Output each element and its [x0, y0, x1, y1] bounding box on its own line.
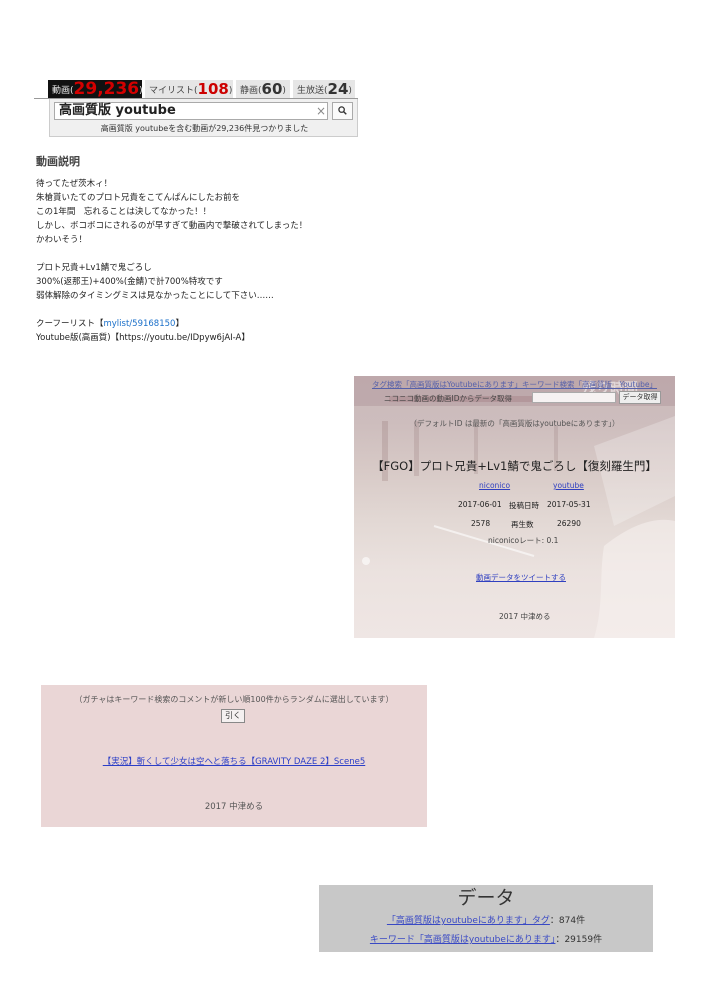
tab-video[interactable]: 動画(29,236): [48, 79, 143, 99]
clear-icon[interactable]: ×: [314, 102, 328, 120]
tab-image[interactable]: 静画(60): [236, 80, 290, 98]
tab-image-label: 静画: [240, 86, 259, 96]
search-icon: [338, 106, 347, 115]
panel-credit: 2017 中津める: [499, 612, 551, 621]
niconico-link[interactable]: niconico: [479, 481, 510, 490]
description-line: かわいそう！: [36, 235, 88, 245]
search-result-note: 高画質版 youtubeを含む動画が29,236件見つかりました: [100, 124, 309, 133]
description-line: Youtube版(高画質)【https://youtu.be/IDpyw6jAI…: [36, 333, 250, 343]
data-heading: データ: [457, 887, 515, 909]
keyword-search-link[interactable]: キーワード「高画質版はyoutubeにあります」: [370, 935, 556, 945]
description-gap: [36, 303, 356, 317]
tab-live-count: 24: [327, 80, 349, 98]
posted-date-youtube: 2017-05-31: [547, 500, 591, 509]
draw-button[interactable]: 引く: [221, 709, 245, 723]
search-tabs: 動画(29,236) マイリスト(108) 静画(60) 生放送(24): [34, 80, 358, 99]
tweet-data-link[interactable]: 動画データをツイートする: [476, 572, 566, 583]
keyword-count: ：29159件: [555, 935, 603, 945]
tab-mylist[interactable]: マイリスト(108): [145, 80, 233, 98]
posted-date-label: 投稿日時: [509, 501, 539, 510]
tab-video-count: 29,236: [73, 79, 140, 99]
keyword-count-line: キーワード「高画質版はyoutubeにあります」：29159件: [319, 932, 653, 945]
tab-live[interactable]: 生放送(24): [293, 80, 355, 98]
views-label: 再生数: [511, 520, 534, 529]
description-heading: 動画説明: [36, 155, 80, 168]
fetch-data-button[interactable]: データ取得: [619, 391, 661, 404]
description-line: しかし、ボコボコにされるのが早すぎて動画内で撃破されてしまった！: [36, 221, 308, 231]
tab-image-count: 60: [261, 80, 283, 98]
tab-video-label: 動画: [52, 86, 71, 96]
description-line: この1年間 忘れることは決してなかった！！: [36, 207, 212, 217]
description-line: 朱槍貰いたてのプロト兄貴をこてんぱんにしたお前を: [36, 193, 241, 203]
gacha-note: （ガチャはキーワード検索のコメントが新しい順100件からランダムに選出しています…: [74, 695, 394, 704]
description-line: 待ってたぜ茨木ィ！: [36, 179, 113, 189]
data-summary-box: データ 「高画質版はyoutubeにあります」タグ：874件 キーワード「高画質…: [319, 885, 653, 952]
description-gap: [36, 247, 356, 261]
search-input[interactable]: 高画質版 youtube: [54, 102, 328, 120]
search-box: 高画質版 youtube × 高画質版 youtubeを含む動画が29,236件…: [49, 99, 358, 137]
video-description: 動画説明 待ってたぜ茨木ィ！ 朱槍貰いたてのプロト兄貴をこてんぱんにしたお前を …: [36, 155, 356, 345]
description-mylist-line: クーフーリスト【mylist/59168150】: [36, 317, 356, 331]
posted-date-niconico: 2017-06-01: [458, 500, 502, 509]
search-widget: 動画(29,236) マイリスト(108) 静画(60) 生放送(24) 高画質…: [34, 80, 358, 137]
video-data-panel: 残り時間 タグ検索「高画質版はYoutubeにあります」キーワード検索「高画質版…: [354, 376, 675, 638]
tag-count-line: 「高画質版はyoutubeにあります」タグ：874件: [319, 913, 653, 926]
gacha-result-link[interactable]: 【実況】斬くして少女は空へと落ちる【GRAVITY DAZE 2】Scene5: [41, 755, 427, 767]
tab-mylist-count: 108: [197, 80, 229, 98]
video-title: 【FGO】プロト兄貴+Lv1鯖で鬼ごろし【復刻羅生門】: [372, 459, 657, 473]
gacha-panel: （ガチャはキーワード検索のコメントが新しい順100件からランダムに選出しています…: [41, 685, 427, 827]
niconico-rate: niconicoレート: 0.1: [488, 536, 559, 545]
tag-search-link[interactable]: 「高画質版はyoutubeにあります」タグ: [387, 916, 550, 926]
tab-mylist-label: マイリスト: [149, 86, 195, 96]
description-line: プロト兄貴+Lv1鯖で鬼ごろし: [36, 263, 152, 273]
tab-live-label: 生放送: [297, 86, 325, 96]
views-youtube: 26290: [557, 519, 581, 528]
video-id-label: ニコニコ動画の動画IDからデータ取得: [384, 394, 512, 403]
mylist-link[interactable]: mylist/59168150: [104, 319, 176, 329]
description-line: 300%(返那王)+400%(金鯖)で計700%特攻です: [36, 277, 223, 287]
mylist-prefix: クーフーリスト【: [36, 319, 104, 329]
panel-top-links-text[interactable]: タグ検索「高画質版はYoutubeにあります」キーワード検索「高画質版 Yout…: [372, 380, 657, 389]
gacha-credit: 2017 中津める: [204, 802, 264, 812]
search-button[interactable]: [332, 102, 353, 120]
video-id-input[interactable]: [532, 392, 616, 403]
mylist-suffix: 】: [175, 319, 184, 329]
default-id-note: （デフォルトID は最新の「高画質版はyoutubeにあります」）: [409, 419, 620, 428]
views-niconico: 2578: [471, 519, 491, 528]
youtube-link[interactable]: youtube: [553, 481, 584, 490]
description-line: 弱体解除のタイミングミスは見なかったことにして下さい……: [36, 291, 274, 301]
tag-count: ：874件: [549, 916, 586, 926]
panel-top-links[interactable]: タグ検索「高画質版はYoutubeにあります」キーワード検索「高画質版 Yout…: [354, 379, 675, 390]
